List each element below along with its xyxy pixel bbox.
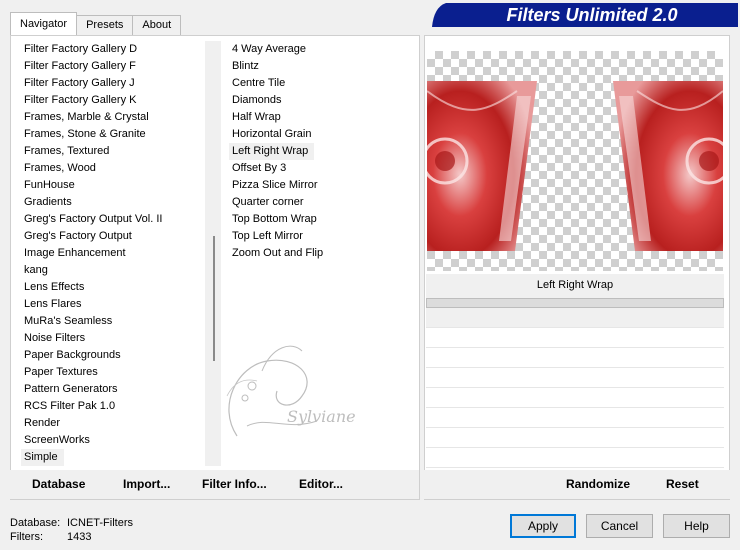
category-item[interactable]: Paper Backgrounds xyxy=(21,347,201,364)
category-item[interactable]: Noise Filters xyxy=(21,330,201,347)
category-item[interactable]: RCS Filter Pak 1.0 xyxy=(21,398,201,415)
preview-image xyxy=(427,51,723,271)
database-value: ICNET-Filters xyxy=(67,517,133,529)
filter-info-button[interactable]: Filter Info... xyxy=(202,477,267,491)
watermark-logo: Sylviane xyxy=(226,345,356,437)
parameter-row[interactable] xyxy=(426,328,724,348)
category-item[interactable]: Frames, Stone & Granite xyxy=(21,126,201,143)
import-button[interactable]: Import... xyxy=(123,477,170,491)
category-item[interactable]: MuRa's Seamless xyxy=(21,313,201,330)
category-item[interactable]: Filter Factory Gallery J xyxy=(21,75,201,92)
help-button[interactable]: Help xyxy=(663,514,730,538)
category-item[interactable]: Pattern Generators xyxy=(21,381,201,398)
category-item[interactable]: Render xyxy=(21,415,201,432)
parameter-row[interactable] xyxy=(426,428,724,448)
watermark-text: Sylviane xyxy=(287,407,356,426)
category-item[interactable]: Filter Factory Gallery F xyxy=(21,58,201,75)
tab-navigator[interactable]: Navigator xyxy=(10,12,78,35)
database-button[interactable]: Database xyxy=(32,477,85,491)
filter-item[interactable]: Diamonds xyxy=(229,92,414,109)
cancel-button[interactable]: Cancel xyxy=(586,514,653,538)
filter-item[interactable]: Half Wrap xyxy=(229,109,414,126)
category-item[interactable]: Image Enhancement xyxy=(21,245,201,262)
tab-about[interactable]: About xyxy=(132,15,182,35)
category-item[interactable]: Lens Flares xyxy=(21,296,201,313)
parameter-row[interactable] xyxy=(426,368,724,388)
category-item[interactable]: Greg's Factory Output xyxy=(21,228,201,245)
filter-item[interactable]: Centre Tile xyxy=(229,75,414,92)
preview-artwork xyxy=(427,81,723,251)
parameter-row[interactable] xyxy=(426,448,724,468)
category-list[interactable]: Filter Factory Gallery D Filter Factory G… xyxy=(21,41,201,466)
parameter-row[interactable] xyxy=(426,348,724,368)
filter-item[interactable]: Top Bottom Wrap xyxy=(229,211,414,228)
app-title-banner: Filters Unlimited 2.0 xyxy=(432,3,738,27)
parameter-row[interactable] xyxy=(426,308,724,328)
category-item[interactable]: kang xyxy=(21,262,201,279)
filters-count: 1433 xyxy=(67,531,92,543)
category-item[interactable]: Frames, Textured xyxy=(21,143,201,160)
reset-button[interactable]: Reset xyxy=(666,477,699,491)
category-item[interactable]: Filter Factory Gallery K xyxy=(21,92,201,109)
preview-filter-name: Left Right Wrap xyxy=(426,274,724,298)
parameter-header-bar xyxy=(426,298,724,308)
filter-item[interactable]: Blintz xyxy=(229,58,414,75)
category-item[interactable]: Greg's Factory Output Vol. II xyxy=(21,211,201,228)
preview-toolbar: Randomize Reset xyxy=(424,470,730,499)
status-info: Database: ICNET-Filters Filters: 1433 xyxy=(10,516,133,544)
category-item[interactable]: ScreenWorks xyxy=(21,432,201,449)
filter-item[interactable]: Zoom Out and Flip xyxy=(229,245,414,262)
filter-item[interactable]: Offset By 3 xyxy=(229,160,414,177)
parameter-row[interactable] xyxy=(426,408,724,428)
category-item[interactable]: Frames, Marble & Crystal xyxy=(21,109,201,126)
category-item[interactable]: Filter Factory Gallery D xyxy=(21,41,201,58)
randomize-button[interactable]: Randomize xyxy=(566,477,630,491)
filter-item[interactable]: Horizontal Grain xyxy=(229,126,414,143)
category-item[interactable]: Gradients xyxy=(21,194,201,211)
category-item[interactable]: Lens Effects xyxy=(21,279,201,296)
category-item[interactable]: FunHouse xyxy=(21,177,201,194)
tab-presets[interactable]: Presets xyxy=(76,15,134,35)
database-label: Database: xyxy=(10,517,61,529)
filter-item[interactable]: Top Left Mirror xyxy=(229,228,414,245)
apply-button[interactable]: Apply xyxy=(510,514,576,538)
app-title: Filters Unlimited 2.0 xyxy=(506,5,677,25)
category-item[interactable]: Paper Textures xyxy=(21,364,201,381)
filter-item[interactable]: 4 Way Average xyxy=(229,41,414,58)
filter-item[interactable]: Left Right Wrap xyxy=(229,143,315,160)
editor-button[interactable]: Editor... xyxy=(299,477,343,491)
tab-bar: Navigator Presets About xyxy=(10,12,182,35)
filters-label: Filters: xyxy=(10,531,43,543)
preview-panel: Left Right Wrap xyxy=(424,35,730,500)
category-item[interactable]: Simple xyxy=(21,449,64,466)
category-item[interactable]: Frames, Wood xyxy=(21,160,201,177)
parameter-row[interactable] xyxy=(426,388,724,408)
filters-unlimited-dialog: { "app": { "title": "Filters Unlimited 2… xyxy=(0,0,740,550)
navigator-panel: Filter Factory Gallery D Filter Factory G… xyxy=(10,35,420,500)
filter-item[interactable]: Quarter corner xyxy=(229,194,414,211)
filter-item[interactable]: Pizza Slice Mirror xyxy=(229,177,414,194)
navigator-toolbar: Database Import... Filter Info... Editor… xyxy=(10,470,419,499)
